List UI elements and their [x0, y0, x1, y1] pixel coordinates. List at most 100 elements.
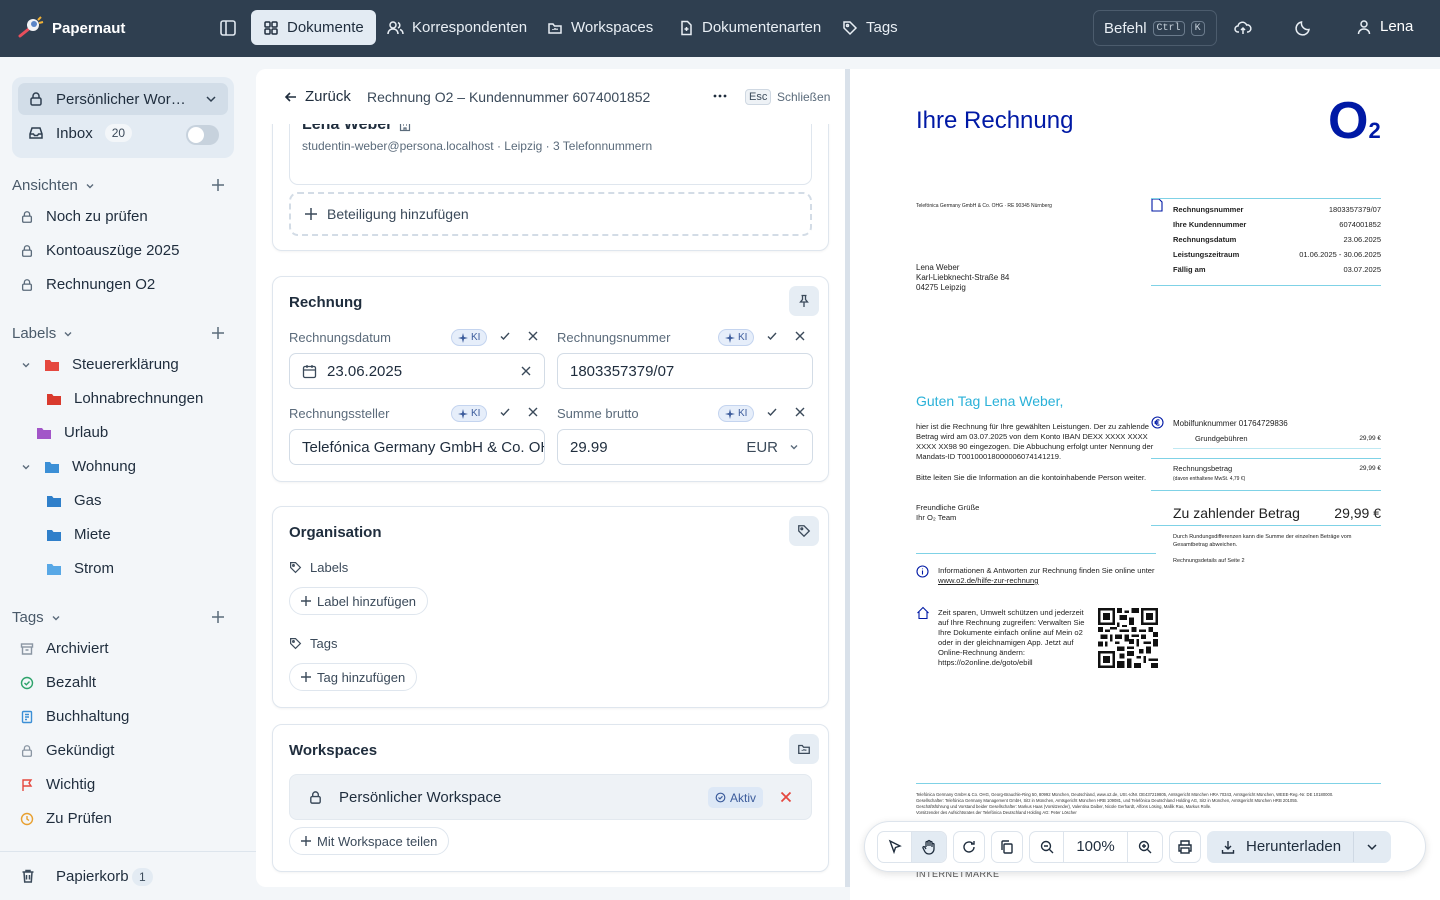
chevron-down-icon[interactable]: [20, 359, 32, 371]
nav-tags[interactable]: Tags: [830, 10, 910, 45]
download-button[interactable]: Herunterladen: [1208, 831, 1355, 862]
doc-sender-line: Telefónica Germany GmbH & Co. OHG · RE 9…: [916, 203, 1052, 209]
add-tag-button[interactable]: Tag hinzufügen: [289, 663, 418, 691]
copy-button[interactable]: [991, 830, 1023, 863]
viewer-toolbar: 100% Herunterladen: [864, 821, 1426, 872]
label-item-label: Miete: [74, 526, 111, 543]
invoice-date-value: 23.06.2025: [327, 362, 403, 380]
trash-label: Papierkorb: [56, 868, 129, 885]
add-participation-button[interactable]: Beteiligung hinzufügen: [289, 192, 812, 236]
tags-section-header[interactable]: Tags: [12, 609, 62, 626]
inbox-item[interactable]: Inbox 20: [28, 124, 133, 142]
label-item-electricity[interactable]: Strom: [46, 560, 114, 577]
workspace-row[interactable]: Persönlicher Workspace Aktiv: [289, 774, 812, 820]
label-item-gas[interactable]: Gas: [46, 492, 102, 509]
nav-document-types[interactable]: Dokumentenarten: [666, 10, 833, 45]
chevron-down-icon: [788, 441, 800, 453]
tag-item-important[interactable]: Wichtig: [20, 776, 95, 793]
sidebar-toggle-icon[interactable]: [218, 18, 238, 38]
add-tag-plus-icon[interactable]: [211, 610, 225, 624]
workspace-row-name: Persönlicher Workspace: [339, 789, 502, 806]
clear-x-icon[interactable]: [520, 365, 532, 377]
add-view-plus-icon[interactable]: [211, 178, 225, 192]
info-link[interactable]: www.o2.de/hilfe-zur-rechnung: [938, 576, 1038, 585]
print-button[interactable]: [1169, 830, 1201, 863]
doc-greeting: Guten Tag Lena Weber,: [916, 393, 1064, 409]
currency-select[interactable]: EUR: [746, 439, 778, 456]
ki-label: KI: [738, 332, 748, 343]
label-item-apartment[interactable]: Wohnung: [20, 458, 136, 475]
label-item-label: Strom: [74, 560, 115, 577]
dark-mode-moon-icon[interactable]: [1294, 19, 1312, 37]
trash-item[interactable]: Papierkorb 1: [0, 851, 256, 900]
remove-workspace-x-icon[interactable]: [780, 791, 792, 803]
nav-documents[interactable]: Dokumente: [251, 10, 376, 45]
accept-check-icon[interactable]: [766, 330, 778, 342]
select-pointer-button[interactable]: [878, 831, 912, 862]
accept-check-icon[interactable]: [766, 406, 778, 418]
hand-pan-button[interactable]: [912, 831, 946, 862]
pin-button[interactable]: [789, 286, 819, 316]
command-label: Befehl: [1104, 19, 1147, 37]
share-workspace-button[interactable]: Mit Workspace teilen: [289, 827, 450, 855]
tag-item-to-review[interactable]: Zu Prüfen: [20, 810, 112, 827]
organisation-tag-button[interactable]: [789, 516, 819, 546]
add-label-plus-icon[interactable]: [211, 326, 225, 340]
zoom-group: 100%: [1029, 830, 1163, 863]
tag-item-archived[interactable]: Archiviert: [20, 640, 109, 657]
chevron-down-icon[interactable]: [20, 461, 32, 473]
invoice-date-field[interactable]: 23.06.2025: [289, 353, 545, 389]
tag-item-paid[interactable]: Bezahlt: [20, 674, 96, 691]
more-options-icon[interactable]: [713, 89, 727, 103]
doc-body-text: hier ist die Rechnung für Ihre gewählten…: [916, 422, 1154, 461]
rotate-button[interactable]: [953, 830, 985, 863]
accept-check-icon[interactable]: [499, 406, 511, 418]
tag-icon: [797, 524, 811, 538]
label-item-rent[interactable]: Miete: [46, 526, 111, 543]
meta-key: Fällig am: [1173, 265, 1206, 274]
close-button[interactable]: Schließen: [777, 90, 830, 104]
reject-x-icon[interactable]: [794, 330, 806, 342]
zoom-in-button[interactable]: [1128, 832, 1162, 862]
reject-x-icon[interactable]: [794, 406, 806, 418]
reject-x-icon[interactable]: [527, 406, 539, 418]
label-item-payroll[interactable]: Lohnabrechnungen: [46, 390, 203, 407]
label-item-vacation[interactable]: Urlaub: [36, 424, 108, 441]
label-item-label: Lohnabrechnungen: [74, 390, 204, 407]
view-item[interactable]: Kontoauszüge 2025: [20, 242, 179, 259]
tag-item-accounting[interactable]: Buchhaltung: [20, 708, 129, 725]
workspace-folder-button[interactable]: [789, 734, 819, 764]
labels-section-header[interactable]: Labels: [12, 325, 74, 342]
user-menu[interactable]: Lena: [1356, 18, 1413, 35]
app-brand[interactable]: Papernaut: [16, 14, 125, 42]
workspace-selector[interactable]: Persönlicher Wor…: [18, 83, 228, 115]
doc-footer: Telefónica Germany GmbH & Co. OHG, Georg…: [916, 792, 1391, 816]
nav-correspondents[interactable]: Korrespondenten: [375, 10, 539, 45]
download-options-button[interactable]: [1354, 832, 1390, 862]
gross-sum-field[interactable]: 29.99 EUR: [557, 429, 813, 465]
pdf-viewer[interactable]: Ihre Rechnung O2 Telefónica Germany GmbH…: [850, 69, 1440, 900]
zoom-out-button[interactable]: [1030, 831, 1064, 862]
inbox-toggle[interactable]: [186, 125, 219, 145]
fee-rule: [1173, 448, 1381, 449]
esc-key: Esc: [745, 89, 772, 105]
folder-icon: [36, 426, 52, 440]
tag-item-cancelled[interactable]: Gekündigt: [20, 742, 114, 759]
reject-x-icon[interactable]: [527, 330, 539, 342]
users-icon: [387, 20, 404, 36]
label-item-tax[interactable]: Steuererklärung: [20, 356, 179, 373]
views-section-header[interactable]: Ansichten: [12, 177, 96, 194]
issuer-field[interactable]: Telefónica Germany GmbH & Co. OH: [289, 429, 545, 465]
view-item[interactable]: Noch zu prüfen: [20, 208, 148, 225]
accept-check-icon[interactable]: [499, 330, 511, 342]
command-palette-button[interactable]: Befehl Ctrl K: [1093, 10, 1217, 46]
view-item[interactable]: Rechnungen O2: [20, 276, 155, 293]
upload-cloud-icon[interactable]: [1234, 19, 1252, 37]
zoom-level[interactable]: 100%: [1064, 831, 1128, 862]
chevron-down-icon: [50, 612, 62, 624]
invoice-number-field[interactable]: 1803357379/07: [557, 353, 813, 389]
back-button[interactable]: Zurück: [283, 88, 351, 105]
folder-icon: [44, 358, 60, 372]
nav-workspaces[interactable]: Workspaces: [535, 10, 665, 45]
add-label-button[interactable]: Label hinzufügen: [289, 587, 429, 615]
